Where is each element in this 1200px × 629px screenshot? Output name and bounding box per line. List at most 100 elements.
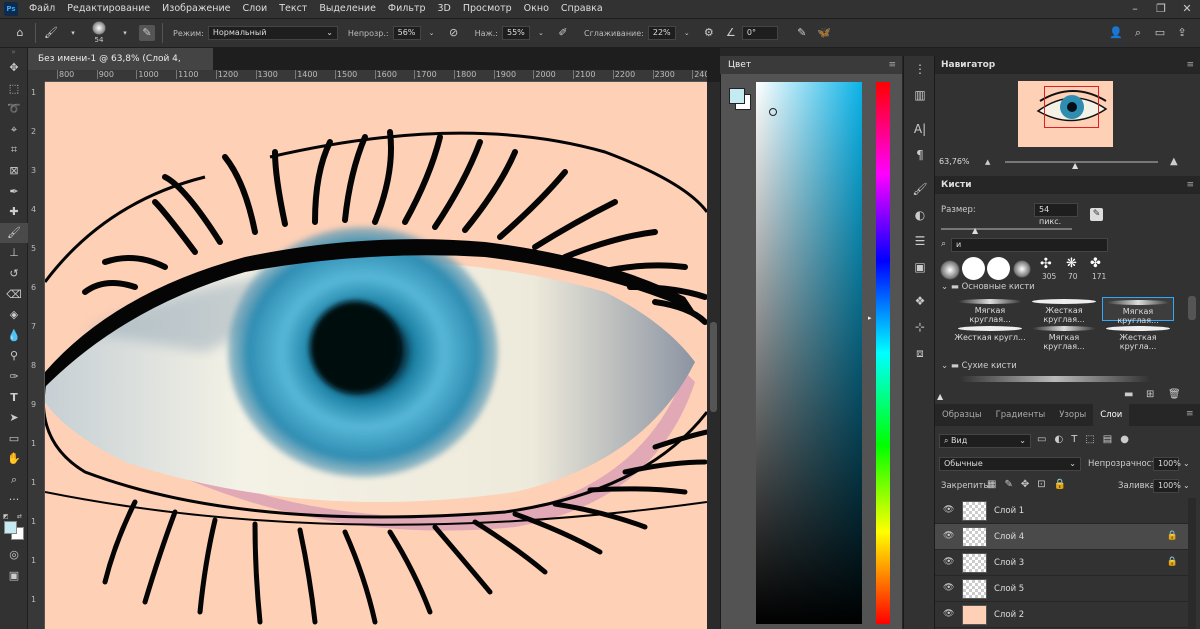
navigator-view-box[interactable]: [1044, 86, 1099, 128]
chevron-down-icon[interactable]: ⌄: [1183, 481, 1190, 490]
tab-patterns[interactable]: Узоры: [1052, 404, 1093, 426]
soft-round-preset-icon[interactable]: [1013, 260, 1031, 278]
brush-preset-picker[interactable]: 54: [86, 20, 112, 46]
menu-item[interactable]: Файл: [23, 0, 61, 18]
mode-select[interactable]: Нормальный ⌄: [207, 26, 338, 40]
pen-tool-icon[interactable]: ✑: [0, 367, 28, 388]
blend-mode-select[interactable]: Обычные ⌄: [939, 457, 1081, 471]
menu-item[interactable]: Слои: [236, 0, 273, 18]
flow-field[interactable]: 55%: [501, 26, 530, 40]
marquee-tool-icon[interactable]: ⬚: [0, 79, 28, 100]
navigator-thumbnail[interactable]: [1018, 81, 1113, 147]
panel-menu-icon[interactable]: ≡: [1186, 409, 1194, 419]
layer-row[interactable]: 👁 Слой 3 🔒: [935, 550, 1188, 576]
hard-round-preset-icon[interactable]: [987, 257, 1010, 280]
brush-preset-item[interactable]: Мягкая круглая...: [1028, 324, 1100, 351]
frame-tool-icon[interactable]: ⊠: [0, 161, 28, 182]
layers-scrollbar[interactable]: [1188, 498, 1196, 629]
adjustments-circle-icon[interactable]: ◐: [904, 202, 936, 228]
brush-settings-icon[interactable]: ✎: [139, 25, 155, 41]
more-tools-icon[interactable]: ···: [0, 490, 28, 511]
brush-preset-item[interactable]: Жесткая кругла...: [1102, 324, 1174, 351]
paragraph-icon[interactable]: ¶: [904, 142, 936, 168]
menu-item[interactable]: Выделение: [313, 0, 382, 18]
lasso-tool-icon[interactable]: ➰: [0, 99, 28, 120]
home-icon[interactable]: ⌂: [12, 25, 28, 41]
zoom-out-icon[interactable]: ▲: [985, 158, 990, 166]
symmetry-icon[interactable]: 🦋: [816, 25, 832, 41]
minimize-icon[interactable]: –: [1122, 0, 1148, 18]
zoom-tool-icon[interactable]: ⌕: [0, 470, 28, 491]
healing-tool-icon[interactable]: ✚: [0, 202, 28, 223]
chevron-down-icon[interactable]: ▾: [65, 25, 81, 41]
brush-preset-item[interactable]: Жесткая кругл...: [954, 324, 1026, 348]
close-icon[interactable]: ✕: [1174, 0, 1200, 18]
smoothing-field[interactable]: 22%: [647, 26, 676, 40]
chevron-down-icon[interactable]: ⌄: [1183, 459, 1190, 468]
foreground-color-chip[interactable]: [729, 88, 745, 104]
chevron-down-icon[interactable]: ⌄: [679, 25, 695, 41]
layer-row[interactable]: 👁 Слой 1: [935, 498, 1188, 524]
layer-row[interactable]: 👁 Слой 5: [935, 576, 1188, 602]
histogram-icon[interactable]: ▥: [904, 82, 936, 108]
menu-item[interactable]: 3D: [432, 0, 457, 18]
hue-slider[interactable]: [876, 82, 890, 624]
chevron-down-icon[interactable]: ⌄: [424, 25, 440, 41]
brush-preset-item[interactable]: Мягкая круглая...: [1102, 297, 1174, 325]
toggle-filter-icon[interactable]: ●: [1120, 434, 1129, 445]
layer-row[interactable]: 👁 Слой 2: [935, 602, 1188, 628]
hard-round-preset-icon[interactable]: [962, 257, 985, 280]
menu-item[interactable]: Просмотр: [457, 0, 518, 18]
lock-all-icon[interactable]: 🔒: [1054, 479, 1066, 490]
brush-size-handle[interactable]: ▲: [972, 226, 978, 235]
screen-mode-icon[interactable]: ▣: [0, 566, 28, 587]
brush-tool-icon[interactable]: 🖌: [0, 222, 28, 244]
quick-select-tool-icon[interactable]: ⌖: [0, 120, 28, 141]
eye-icon[interactable]: 👁: [943, 505, 954, 515]
adjustments-icon[interactable]: ⋮: [904, 56, 936, 82]
panel-menu-icon[interactable]: ≡: [888, 56, 896, 74]
hand-tool-icon[interactable]: ✋: [0, 449, 28, 470]
rectangle-tool-icon[interactable]: ▭: [0, 429, 28, 450]
dry-brush-preset-icon[interactable]: ❋: [1066, 256, 1084, 272]
eye-icon[interactable]: 👁: [943, 609, 954, 619]
smart-object-filter-icon[interactable]: ▤: [1103, 434, 1112, 445]
share-user-icon[interactable]: 👤: [1108, 25, 1124, 41]
lock-pixels-icon[interactable]: ✎: [1004, 479, 1012, 490]
brush-settings-icon[interactable]: 🖌: [904, 176, 936, 202]
layer-row[interactable]: 👁 Слой 4 🔒: [935, 524, 1188, 550]
brush-size-handle-bottom[interactable]: ▲: [937, 392, 943, 401]
restore-icon[interactable]: ❐: [1148, 0, 1174, 18]
layer-filter-select[interactable]: ⌕ Вид ⌄: [939, 434, 1031, 448]
share-icon[interactable]: ⇪: [1174, 25, 1190, 41]
scatter-brush-preset-icon[interactable]: ✣: [1040, 256, 1060, 272]
brush-group-dry[interactable]: ⌄ ▬ Сухие кисти: [941, 361, 1017, 371]
menu-item[interactable]: Текст: [273, 0, 313, 18]
chevron-down-icon[interactable]: ▾: [117, 25, 133, 41]
paths-icon[interactable]: ⊹: [904, 314, 936, 340]
menu-item[interactable]: Редактирование: [61, 0, 156, 18]
angle-field[interactable]: 0°: [741, 26, 778, 40]
eye-icon[interactable]: 👁: [943, 531, 954, 541]
pixel-filter-icon[interactable]: ▭: [1037, 434, 1046, 445]
saturation-brightness-field[interactable]: [756, 82, 862, 624]
airbrush-icon[interactable]: ✐: [555, 25, 571, 41]
workspace-icon[interactable]: ▭: [1152, 25, 1168, 41]
search-icon[interactable]: ⌕: [1130, 25, 1146, 41]
hue-slider-handle[interactable]: ▸: [868, 314, 872, 322]
default-colors-icon[interactable]: ◩: [3, 513, 9, 520]
menu-item[interactable]: Справка: [555, 0, 609, 18]
brush-preset-item[interactable]: Жесткая круглая...: [1028, 297, 1100, 324]
brush-size-slider[interactable]: [941, 228, 1072, 230]
toolbox-grip[interactable]: »: [0, 48, 27, 58]
brush-group-basic[interactable]: ⌄ ▬ Основные кисти: [941, 282, 1035, 292]
opacity-field[interactable]: 56%: [392, 26, 421, 40]
type-filter-icon[interactable]: T: [1071, 434, 1077, 445]
brush-settings-icon[interactable]: ✎: [1090, 208, 1103, 221]
menu-item[interactable]: Окно: [518, 0, 555, 18]
eye-icon[interactable]: 👁: [943, 583, 954, 593]
channels-icon[interactable]: ⧈: [904, 340, 936, 366]
brush-preset-item[interactable]: Мягкая круглая...: [954, 297, 1026, 324]
swap-colors-icon[interactable]: ⇄: [17, 513, 22, 520]
new-group-icon[interactable]: ▬: [1124, 389, 1133, 400]
